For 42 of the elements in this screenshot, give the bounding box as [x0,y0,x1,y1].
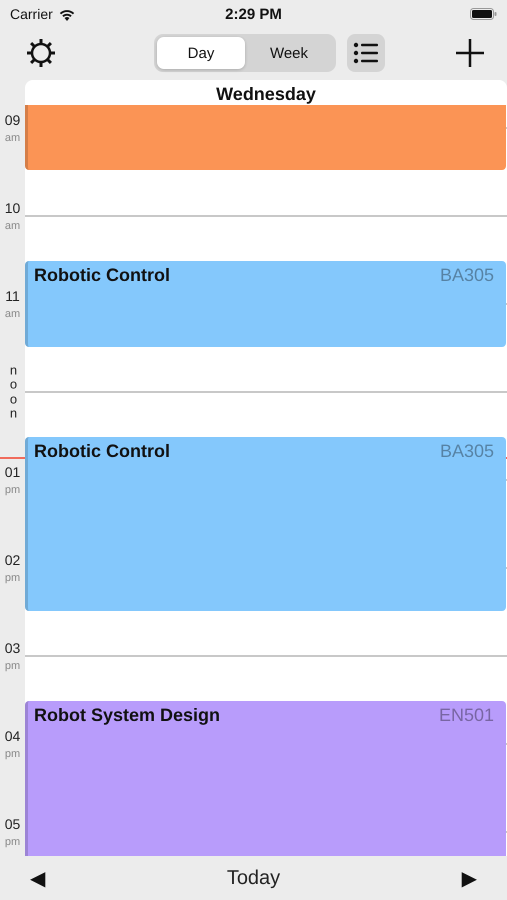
period-label: pm [4,572,22,584]
event-block[interactable]: Robot System Design EN501 [25,701,506,856]
clock-time: 2:29 PM [225,6,282,22]
view-tab[interactable]: Week [245,37,333,69]
hour-label: 01 [4,464,22,480]
list-button[interactable] [347,34,385,72]
hour-label: 05 [4,816,22,832]
event-title: Robotic Control [34,265,170,286]
wifi-icon [58,8,76,20]
add-button[interactable] [455,38,485,68]
period-label: pm [4,748,22,760]
carrier-label: Carrier [10,6,53,22]
hour-label: 11 [4,288,21,304]
noon-label: noon [8,363,18,421]
hour-label: 02 [4,552,22,568]
settings-button[interactable] [24,36,58,70]
period-label: am [4,220,22,232]
list-icon [353,41,379,65]
period-label: am [4,132,22,144]
hour-label: 03 [4,640,22,656]
hour-label: 10 [4,200,22,216]
battery-icon [470,8,497,20]
period-label: pm [4,660,22,672]
hour-label: 09 [4,112,22,128]
today-button[interactable]: Today [226,866,280,890]
sun-icon [24,36,58,70]
hour-label: 04 [4,728,22,744]
period-label: pm [4,484,22,496]
view-tab[interactable]: Day [157,37,245,69]
event-title: Robot System Design [34,705,220,726]
event-block[interactable]: Robotic Control BA305 [25,261,506,347]
day-header: Wednesday [25,80,507,105]
event-room: EN501 [438,705,494,726]
event-room: BA305 [440,265,494,286]
event-block[interactable]: Robotic Control BA305 [25,437,506,611]
next-day-button[interactable]: ▶ [462,866,477,890]
period-label: am [4,308,22,320]
event-room: BA305 [440,441,494,462]
previous-day-button[interactable]: ◀ [30,866,46,890]
plus-icon [455,38,485,68]
period-label: pm [4,836,22,848]
event-title: Robotic Control [34,441,170,462]
